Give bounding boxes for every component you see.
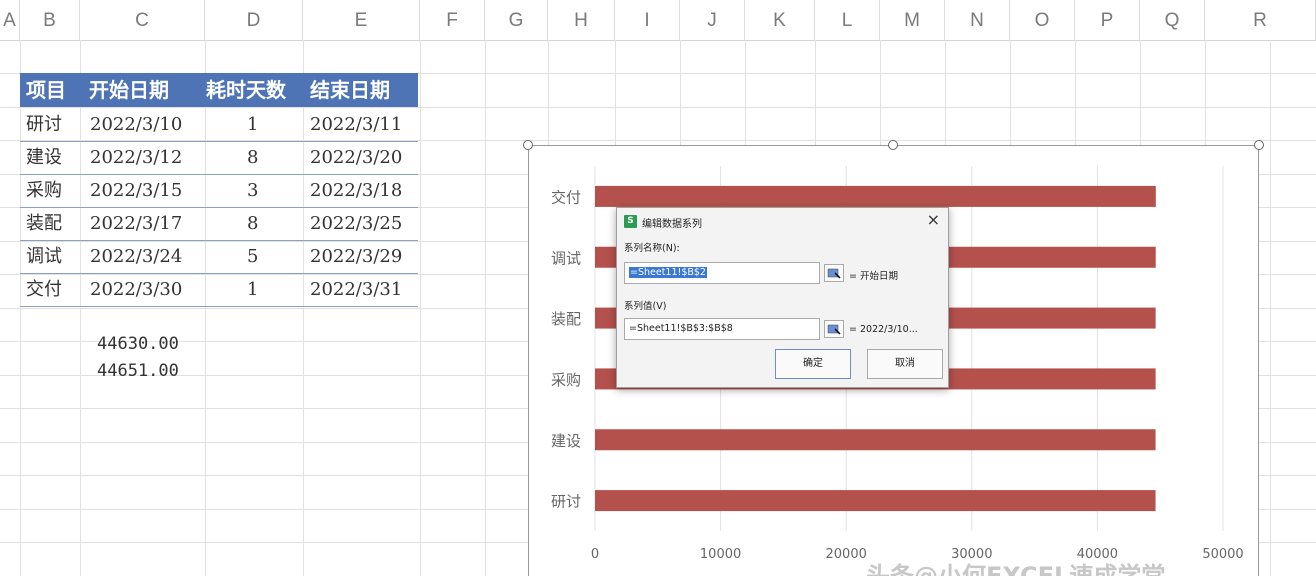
- column-header[interactable]: H: [548, 0, 615, 40]
- x-tick-label: 50000: [1202, 547, 1243, 562]
- y-category-label: 采购: [551, 371, 581, 389]
- cell-end-date[interactable]: 2022/3/11: [310, 108, 402, 141]
- y-category-label: 交付: [551, 188, 581, 206]
- series-values-preview: = 2022/3/10...: [849, 324, 918, 335]
- column-header[interactable]: C: [80, 0, 205, 40]
- cell-end-date[interactable]: 2022/3/18: [310, 174, 402, 207]
- cell-end-date[interactable]: 2022/3/29: [310, 240, 402, 273]
- collapse-range-button[interactable]: [824, 264, 844, 282]
- column-header[interactable]: O: [1010, 0, 1075, 40]
- column-header[interactable]: N: [945, 0, 1010, 40]
- header-days: 耗时天数: [206, 78, 286, 102]
- cell-item[interactable]: 交付: [26, 273, 62, 306]
- column-header[interactable]: P: [1075, 0, 1140, 40]
- cell-end-date[interactable]: 2022/3/31: [310, 273, 402, 306]
- series-name-input[interactable]: =Sheet11!$B$2: [624, 262, 820, 284]
- watermark: 头条@小何EXCEL速成学堂: [866, 562, 1166, 576]
- spreadsheet-app-icon: S: [624, 215, 637, 228]
- x-tick-label: 10000: [700, 547, 741, 562]
- header-end-date: 结束日期: [310, 78, 390, 102]
- y-category-label: 研讨: [551, 493, 581, 511]
- column-header[interactable]: A: [0, 0, 20, 40]
- cell-days[interactable]: 5: [247, 240, 258, 273]
- chart-bar[interactable]: [595, 490, 1156, 512]
- series-values-label: 系列值(V): [624, 301, 667, 312]
- edit-series-dialog[interactable]: S 编辑数据系列 × 系列名称(N): =Sheet11!$B$2 = 开始日期…: [616, 207, 949, 388]
- column-header[interactable]: E: [303, 0, 420, 40]
- chart-bar[interactable]: [595, 185, 1156, 207]
- column-header[interactable]: R: [1205, 0, 1316, 40]
- x-tick-label: 20000: [826, 547, 867, 562]
- header-item: 项目: [26, 78, 66, 102]
- y-category-label: 装配: [551, 310, 581, 328]
- header-start-date: 开始日期: [89, 78, 169, 102]
- cell-days[interactable]: 8: [247, 141, 258, 174]
- chart-resize-handle[interactable]: [888, 140, 898, 150]
- table-row-border: [20, 306, 418, 307]
- column-header[interactable]: K: [745, 0, 815, 40]
- column-header[interactable]: Q: [1140, 0, 1205, 40]
- cell-item[interactable]: 装配: [26, 207, 62, 240]
- column-header[interactable]: L: [815, 0, 880, 40]
- cell-start-date[interactable]: 2022/3/30: [90, 273, 182, 306]
- cell-item[interactable]: 采购: [26, 174, 62, 207]
- column-header[interactable]: M: [880, 0, 945, 40]
- dialog-titlebar[interactable]: S 编辑数据系列 ×: [617, 208, 948, 234]
- collapse-range-button[interactable]: [824, 320, 844, 338]
- cell-days[interactable]: 1: [247, 108, 258, 141]
- range-select-icon: [827, 268, 841, 279]
- column-header[interactable]: J: [680, 0, 745, 40]
- cell-item[interactable]: 建设: [26, 141, 62, 174]
- ok-button[interactable]: 确定: [775, 349, 851, 379]
- chart-resize-handle[interactable]: [523, 140, 533, 150]
- cell-end-date[interactable]: 2022/3/20: [310, 141, 402, 174]
- column-header[interactable]: F: [420, 0, 485, 40]
- cell-start-date[interactable]: 2022/3/10: [90, 108, 182, 141]
- cell-item[interactable]: 研讨: [26, 108, 62, 141]
- cell-start-date[interactable]: 2022/3/17: [90, 207, 182, 240]
- dialog-title: 编辑数据系列: [642, 219, 702, 230]
- y-category-label: 建设: [551, 432, 581, 450]
- series-name-value: =Sheet11!$B$2: [629, 267, 707, 278]
- series-values-input[interactable]: =Sheet11!$B$3:$B$8: [624, 318, 820, 340]
- chart-bar[interactable]: [595, 429, 1156, 451]
- cell-days[interactable]: 8: [247, 207, 258, 240]
- column-header[interactable]: G: [485, 0, 548, 40]
- cell-days[interactable]: 3: [247, 174, 258, 207]
- cell-start-date[interactable]: 2022/3/12: [90, 141, 182, 174]
- grid-line: [0, 107, 1316, 108]
- series-name-label: 系列名称(N):: [624, 243, 680, 254]
- column-header-bar: ABCDEFGHIJKLMNOPQR: [0, 0, 1316, 41]
- range-select-icon: [827, 324, 841, 335]
- y-category-label: 调试: [551, 249, 581, 267]
- cell-item[interactable]: 调试: [26, 240, 62, 273]
- cell-start-date[interactable]: 2022/3/24: [90, 240, 182, 273]
- cancel-button[interactable]: 取消: [867, 349, 943, 379]
- column-header[interactable]: B: [20, 0, 80, 40]
- column-header[interactable]: I: [615, 0, 680, 40]
- column-header[interactable]: D: [205, 0, 303, 40]
- spreadsheet[interactable]: ABCDEFGHIJKLMNOPQR 项目 开始日期 耗时天数 结束日期 研讨 2…: [0, 0, 1316, 576]
- x-tick-label: 0: [591, 547, 599, 562]
- chart-resize-handle[interactable]: [1254, 140, 1264, 150]
- close-icon[interactable]: ×: [927, 211, 940, 229]
- cell-days[interactable]: 1: [247, 273, 258, 306]
- cell-end-date[interactable]: 2022/3/25: [310, 207, 402, 240]
- cell-start-date[interactable]: 2022/3/15: [90, 174, 182, 207]
- series-name-preview: = 开始日期: [849, 271, 898, 282]
- cell-value[interactable]: 44651.00: [97, 355, 179, 388]
